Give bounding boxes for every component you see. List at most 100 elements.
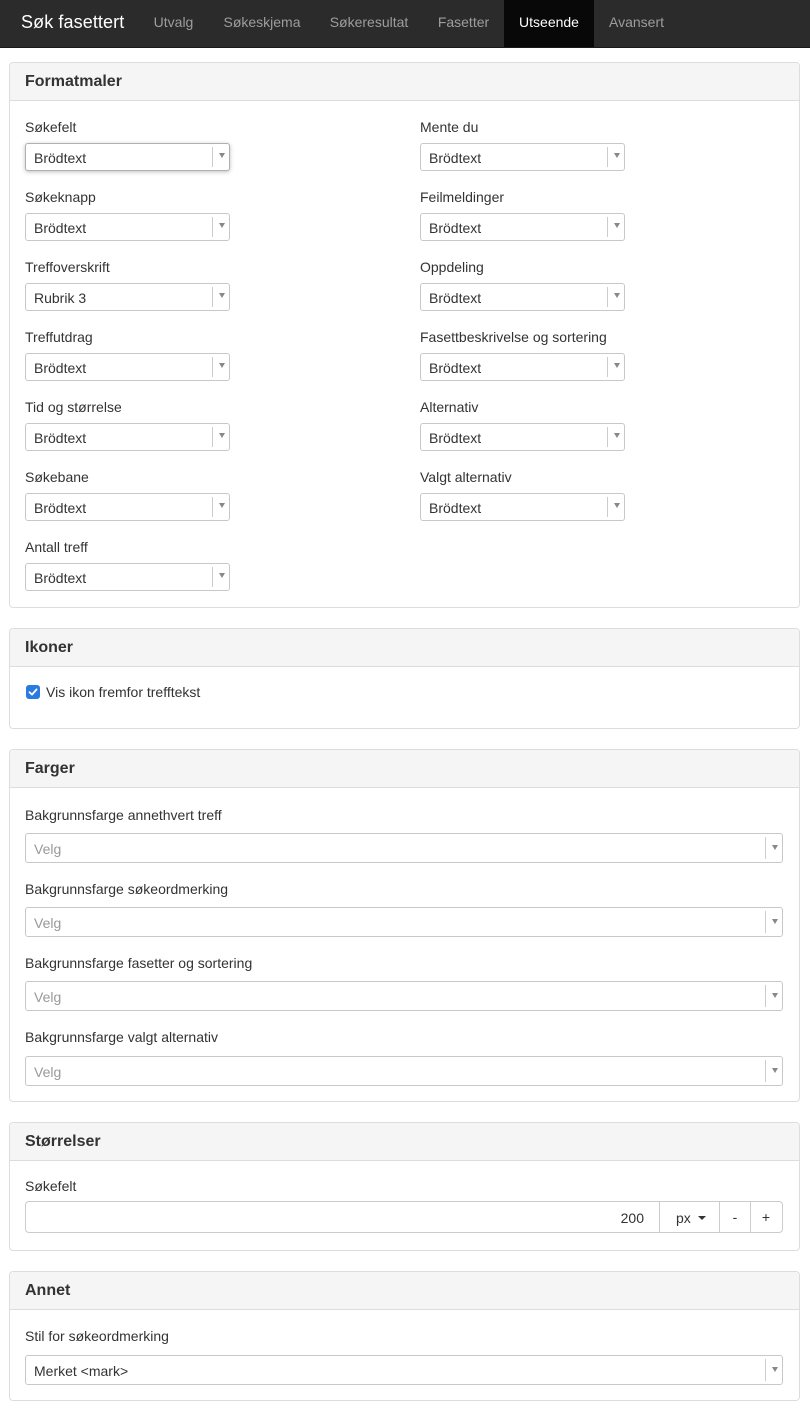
oppdeling-select[interactable]: Brödtext xyxy=(420,283,625,311)
sokebane-label: Søkebane xyxy=(25,469,89,485)
tab-fasetter[interactable]: Fasetter xyxy=(423,0,504,47)
divider xyxy=(765,911,766,933)
sokeknapp-label: Søkeknapp xyxy=(25,189,96,205)
sokefelt-size-label: Søkefelt xyxy=(25,1178,77,1194)
bg-fasetter-select[interactable]: Velg xyxy=(25,981,783,1011)
bg-sokeordmerking-select[interactable]: Velg xyxy=(25,907,783,937)
select-value: Brödtext xyxy=(429,150,482,166)
treffoverskrift-select[interactable]: Rubrik 3 xyxy=(25,283,230,311)
treffutdrag-select[interactable]: Brödtext xyxy=(25,353,230,381)
feilmeldinger-select[interactable]: Brödtext xyxy=(420,213,625,241)
treffoverskrift-label: Treffoverskrift xyxy=(25,259,110,275)
divider xyxy=(607,357,608,377)
decrement-button[interactable]: - xyxy=(720,1202,750,1232)
select-value: Brödtext xyxy=(34,500,87,516)
divider xyxy=(765,837,766,859)
formatmaler-panel: Formatmaler Søkefelt Brödtext Søkeknapp … xyxy=(9,62,800,608)
divider xyxy=(212,217,213,237)
panel-heading: Ikoner xyxy=(10,629,799,667)
tab-utseende[interactable]: Utseende xyxy=(504,0,594,47)
divider xyxy=(212,357,213,377)
bg-fasetter-label: Bakgrunnsfarge fasetter og sortering xyxy=(25,955,253,971)
valgt-alternativ-select[interactable]: Brödtext xyxy=(420,493,625,521)
fasettbeskrivelse-select[interactable]: Brödtext xyxy=(420,353,625,381)
panel-title: Formatmaler xyxy=(25,73,122,90)
tab-utvalg[interactable]: Utvalg xyxy=(138,0,209,47)
select-placeholder: Velg xyxy=(34,1064,62,1080)
sokefelt-select[interactable]: Brödtext xyxy=(25,143,230,171)
panel-heading: Farger xyxy=(10,750,799,788)
select-value: Brödtext xyxy=(34,430,87,446)
antall-treff-select[interactable]: Brödtext xyxy=(25,563,230,591)
select-value: Merket <mark> xyxy=(34,1363,129,1379)
select-value: Brödtext xyxy=(429,500,482,516)
select-value: Brödtext xyxy=(34,570,87,586)
divider xyxy=(765,1060,766,1082)
divider xyxy=(607,427,608,447)
increment-button[interactable]: + xyxy=(751,1202,781,1232)
tab-sokeresultat[interactable]: Søkeresultat xyxy=(315,0,423,47)
mente-du-select[interactable]: Brödtext xyxy=(420,143,625,171)
sokebane-select[interactable]: Brödtext xyxy=(25,493,230,521)
select-value: Brödtext xyxy=(429,220,482,236)
select-value: Brödtext xyxy=(34,360,87,376)
ikoner-panel: Ikoner Vis ikon fremfor trefftekst xyxy=(9,628,800,729)
panel-heading: Størrelser xyxy=(10,1123,799,1161)
tid-og-storrelse-label: Tid og størrelse xyxy=(25,399,122,415)
divider xyxy=(212,567,213,587)
divider xyxy=(212,497,213,517)
chevron-down-icon xyxy=(614,293,620,298)
alternativ-label: Alternativ xyxy=(420,399,479,415)
storrelser-panel: Størrelser Søkefelt 200 px - + xyxy=(9,1122,800,1251)
chevron-down-icon xyxy=(219,573,225,578)
tab-avansert[interactable]: Avansert xyxy=(594,0,679,47)
panel-heading: Formatmaler xyxy=(10,63,799,101)
mente-du-label: Mente du xyxy=(420,119,479,135)
valgt-alternativ-label: Valgt alternativ xyxy=(420,469,512,485)
divider xyxy=(212,427,213,447)
sokeknapp-select[interactable]: Brödtext xyxy=(25,213,230,241)
sokefelt-size-input[interactable]: 200 xyxy=(621,1210,644,1226)
vis-ikon-label[interactable]: Vis ikon fremfor trefftekst xyxy=(46,684,200,700)
chevron-down-icon xyxy=(772,919,778,924)
chevron-down-icon xyxy=(219,433,225,438)
vis-ikon-checkbox[interactable] xyxy=(26,685,40,699)
fasettbeskrivelse-label: Fasettbeskrivelse og sortering xyxy=(420,329,607,345)
select-value: Rubrik 3 xyxy=(34,290,87,306)
chevron-down-icon xyxy=(614,363,620,368)
chevron-down-icon xyxy=(219,223,225,228)
sokefelt-label: Søkefelt xyxy=(25,119,77,135)
bg-sokeordmerking-label: Bakgrunnsfarge søkeordmerking xyxy=(25,881,229,897)
stil-sokeordmerking-select[interactable]: Merket <mark> xyxy=(25,1355,783,1385)
checkmark-icon xyxy=(28,688,38,696)
select-placeholder: Velg xyxy=(34,915,62,931)
farger-panel: Farger Bakgrunnsfarge annethvert treff V… xyxy=(9,749,800,1102)
treffutdrag-label: Treffutdrag xyxy=(25,329,93,345)
tid-og-storrelse-select[interactable]: Brödtext xyxy=(25,423,230,451)
top-navbar: Søk fasettert Utvalg Søkeskjema Søkeresu… xyxy=(0,0,810,48)
bg-annethvert-label: Bakgrunnsfarge annethvert treff xyxy=(25,807,222,823)
bg-valgt-alternativ-label: Bakgrunnsfarge valgt alternativ xyxy=(25,1029,218,1045)
select-placeholder: Velg xyxy=(34,841,62,857)
select-value: Brödtext xyxy=(429,430,482,446)
divider xyxy=(607,497,608,517)
unit-label: px xyxy=(676,1210,691,1226)
app-brand[interactable]: Søk fasettert xyxy=(21,12,124,33)
chevron-down-icon xyxy=(614,223,620,228)
panel-title: Størrelser xyxy=(25,1133,101,1150)
chevron-down-icon xyxy=(772,1367,778,1372)
alternativ-select[interactable]: Brödtext xyxy=(420,423,625,451)
bg-annethvert-select[interactable]: Velg xyxy=(25,833,783,863)
divider xyxy=(765,985,766,1007)
sokefelt-size-input-group: 200 px - + xyxy=(25,1201,783,1233)
divider xyxy=(212,287,213,307)
divider xyxy=(765,1359,766,1381)
chevron-down-icon xyxy=(614,433,620,438)
unit-dropdown-button[interactable]: px xyxy=(660,1202,720,1232)
chevron-down-icon xyxy=(772,845,778,850)
bg-valgt-alternativ-select[interactable]: Velg xyxy=(25,1056,783,1086)
select-value: Brödtext xyxy=(429,290,482,306)
select-value: Brödtext xyxy=(429,360,482,376)
tab-sokeskjema[interactable]: Søkeskjema xyxy=(209,0,315,47)
stil-sokeordmerking-label: Stil for søkeordmerking xyxy=(25,1328,169,1344)
